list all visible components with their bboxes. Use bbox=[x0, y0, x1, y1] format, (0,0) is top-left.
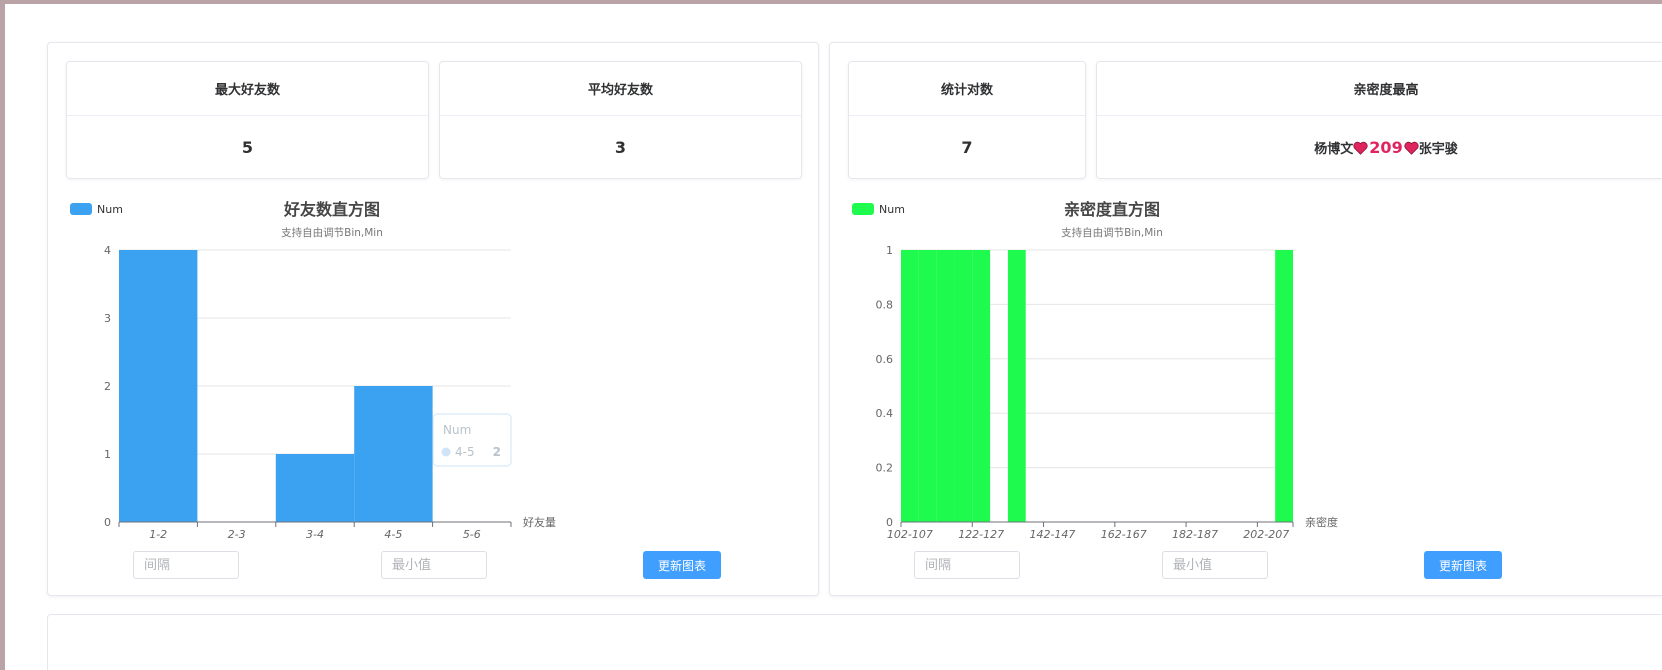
x-tick-label: 2-3 bbox=[228, 528, 246, 541]
histogram-bar bbox=[119, 250, 198, 522]
legend-label: Num bbox=[97, 203, 123, 216]
x-tick-label: 4-5 bbox=[384, 528, 402, 541]
y-tick-label: 0.8 bbox=[876, 298, 894, 311]
intimacy-stats-panel: 统计对数 7 亲密度最高 杨博文 209 张宇骏 Num 亲密度直方图 支持自由… bbox=[829, 42, 1662, 596]
dashboard-viewport: 最大好友数 5 平均好友数 3 Num 好友数直方图 支持自由调节Bin,Min 0 1… bbox=[5, 4, 1662, 670]
update-chart-button[interactable]: 更新图表 bbox=[1424, 551, 1502, 579]
friend-count-histogram: Num 好友数直方图支持自由调节Bin,Min 0 1 2 3 4 1-2 2-3 3-4 4-5 5… bbox=[70, 200, 556, 541]
y-tick-label: 1 bbox=[104, 448, 111, 461]
legend-swatch bbox=[70, 203, 92, 215]
tooltip-marker bbox=[441, 447, 451, 457]
y-tick-label: 0.6 bbox=[876, 353, 894, 366]
legend-swatch bbox=[852, 203, 874, 215]
x-tick-label: 122-127 bbox=[958, 528, 1004, 541]
histogram-bar bbox=[954, 250, 973, 522]
x-tick-label: 3-4 bbox=[306, 528, 324, 541]
y-tick-label: 2 bbox=[104, 380, 111, 393]
x-tick-label: 102-107 bbox=[887, 528, 933, 541]
min-value-input[interactable] bbox=[1162, 551, 1268, 579]
x-axis-label: 好友量 bbox=[523, 515, 556, 529]
x-tick-label: 142-147 bbox=[1029, 528, 1075, 541]
tooltip-series: Num bbox=[443, 423, 471, 437]
chart-title: 好友数直方图 bbox=[283, 200, 380, 219]
x-tick-label: 5-6 bbox=[463, 528, 481, 541]
min-value-input[interactable] bbox=[381, 551, 487, 579]
histogram-bar bbox=[972, 250, 991, 522]
y-tick-label: 0.2 bbox=[876, 462, 894, 475]
legend-label: Num bbox=[879, 203, 905, 216]
chart-subtitle: 支持自由调节Bin,Min bbox=[281, 226, 383, 239]
x-tick-label: 182-187 bbox=[1172, 528, 1218, 541]
histogram-bar bbox=[1007, 250, 1026, 522]
update-chart-button[interactable]: 更新图表 bbox=[643, 551, 721, 579]
interval-input[interactable] bbox=[133, 551, 239, 579]
histogram-bar bbox=[354, 386, 433, 522]
friend-stats-panel: 最大好友数 5 平均好友数 3 Num 好友数直方图 支持自由调节Bin,Min 0 1… bbox=[47, 42, 819, 596]
x-tick-label: 202-207 bbox=[1243, 528, 1289, 541]
histogram-bar bbox=[901, 250, 919, 522]
chart-title: 亲密度直方图 bbox=[1064, 200, 1160, 219]
y-tick-label: 0 bbox=[104, 516, 111, 529]
intimacy-histogram: Num 亲密度直方图支持自由调节Bin,Min00.20.40.60.81102-… bbox=[852, 200, 1338, 541]
lower-panel bbox=[47, 614, 1662, 670]
y-tick-label: 0.4 bbox=[876, 407, 894, 420]
y-tick-label: 3 bbox=[104, 312, 111, 325]
histogram-bar bbox=[1275, 250, 1293, 522]
histogram-bar bbox=[936, 250, 955, 522]
y-tick-label: 1 bbox=[886, 244, 893, 257]
y-tick-label: 4 bbox=[104, 244, 111, 257]
chart-subtitle: 支持自由调节Bin,Min bbox=[1061, 226, 1163, 239]
x-axis-label: 亲密度 bbox=[1305, 515, 1338, 529]
interval-input[interactable] bbox=[914, 551, 1020, 579]
tooltip-value: 2 bbox=[493, 445, 501, 459]
x-tick-label: 1-2 bbox=[149, 528, 167, 541]
histogram-bar bbox=[275, 454, 355, 522]
tooltip-category: 4-5 bbox=[455, 445, 475, 459]
histogram-bar bbox=[918, 250, 937, 522]
x-tick-label: 162-167 bbox=[1101, 528, 1147, 541]
